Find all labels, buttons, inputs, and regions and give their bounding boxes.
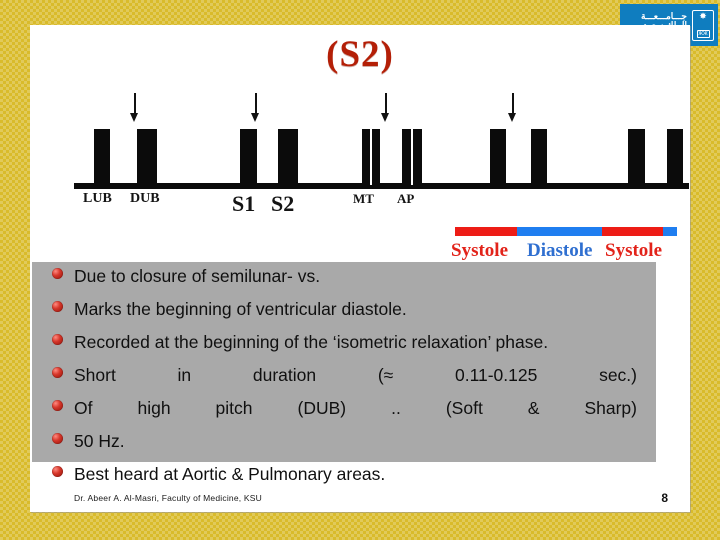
waveform-label-lub: LUB — [83, 191, 112, 206]
list-item: Marks the beginning of ventricular diast… — [52, 299, 692, 333]
waveform-spike — [402, 129, 422, 185]
bullet-dot-icon — [52, 466, 63, 477]
arrow-shaft — [512, 93, 514, 115]
list-item: Recorded at the beginning of the ‘isomet… — [52, 332, 692, 366]
book-icon: ЖЖ — [696, 30, 710, 38]
bullet-dot-icon — [52, 301, 63, 312]
slide-root: جـــامـــعـــة الملك سعود King Saud Univ… — [0, 0, 720, 540]
phase-segment-blue — [663, 227, 677, 236]
waveform-spike — [94, 129, 110, 185]
waveform-spike — [490, 129, 506, 185]
waveform-baseline — [74, 183, 689, 189]
phonocardiogram-diagram: LUB DUB S1 S2 MT AP Systole Diastole Systole — [40, 93, 689, 261]
bullet-list: Due to closure of semilunar- vs. Marks th… — [52, 266, 692, 498]
waveform-label-ap: AP — [397, 191, 415, 206]
arrow-head — [508, 113, 516, 122]
page-title: (S2) — [326, 34, 394, 75]
waveform-label-s1: S1 — [232, 191, 256, 216]
palm-icon: ✸ — [699, 11, 707, 21]
footer-credit: Dr. Abeer A. Al-Masri, Faculty of Medici… — [74, 493, 262, 503]
bullet-text: Recorded at the beginning of the ‘isomet… — [74, 332, 549, 352]
phase-label-systole: Systole — [451, 240, 508, 261]
arrow-shaft — [255, 93, 257, 115]
phase-segment-red — [602, 227, 663, 236]
arrow-dub-icon — [128, 93, 141, 123]
phase-label-systole: Systole — [605, 240, 662, 261]
arrow-head — [251, 113, 259, 122]
phase-label-diastole: Diastole — [527, 240, 593, 261]
slide-content-card: (S2) LUB DUB S1 S2 MT AP Systole Diastole Systo… — [30, 25, 690, 512]
waveform-spike — [667, 129, 683, 185]
waveform-spike — [240, 129, 257, 185]
arrow-head — [130, 113, 138, 122]
waveform-spike — [628, 129, 645, 185]
bullet-text: Short in duration (≈ 0.11-0.125 sec.) — [74, 365, 637, 385]
bullet-text: 50 Hz. — [74, 431, 125, 451]
bullet-text: Due to closure of semilunar- vs. — [74, 266, 321, 286]
arrow-ap-icon — [379, 93, 392, 123]
waveform-spike — [278, 129, 298, 185]
list-item: Short in duration (≈ 0.11-0.125 sec.) — [52, 365, 692, 399]
waveform-spike — [137, 129, 157, 185]
waveform-label-s2: S2 — [271, 191, 295, 216]
bullet-dot-icon — [52, 268, 63, 279]
list-item: Of high pitch (DUB) .. (Soft & Sharp) — [52, 398, 692, 432]
ksu-emblem-icon: ✸ ЖЖ — [692, 9, 714, 41]
list-item: 50 Hz. — [52, 431, 692, 465]
bullet-dot-icon — [52, 433, 63, 444]
heart-sound-waveform — [40, 127, 689, 189]
arrow-s2-icon — [249, 93, 262, 123]
bullet-dot-icon — [52, 367, 63, 378]
waveform-label-dub: DUB — [130, 191, 160, 206]
waveform-label-mt: MT — [353, 191, 374, 206]
page-number: 8 — [661, 491, 668, 505]
phase-segment-red — [455, 227, 517, 236]
arrow-head — [381, 113, 389, 122]
phase-segment-blue — [517, 227, 602, 236]
cardiac-cycle-phase-bar — [40, 227, 685, 236]
arrow-shaft — [385, 93, 387, 115]
list-item: Due to closure of semilunar- vs. — [52, 266, 692, 300]
waveform-spike — [362, 129, 380, 185]
waveform-spike — [531, 129, 547, 185]
bullet-text: Of high pitch (DUB) .. (Soft & Sharp) — [74, 398, 637, 418]
bullet-dot-icon — [52, 334, 63, 345]
bullet-text: Best heard at Aortic & Pulmonary areas. — [74, 464, 386, 484]
arrow-shaft — [134, 93, 136, 115]
bullet-dot-icon — [52, 400, 63, 411]
bullet-text: Marks the beginning of ventricular diast… — [74, 299, 407, 319]
arrow-4-icon — [506, 93, 519, 123]
